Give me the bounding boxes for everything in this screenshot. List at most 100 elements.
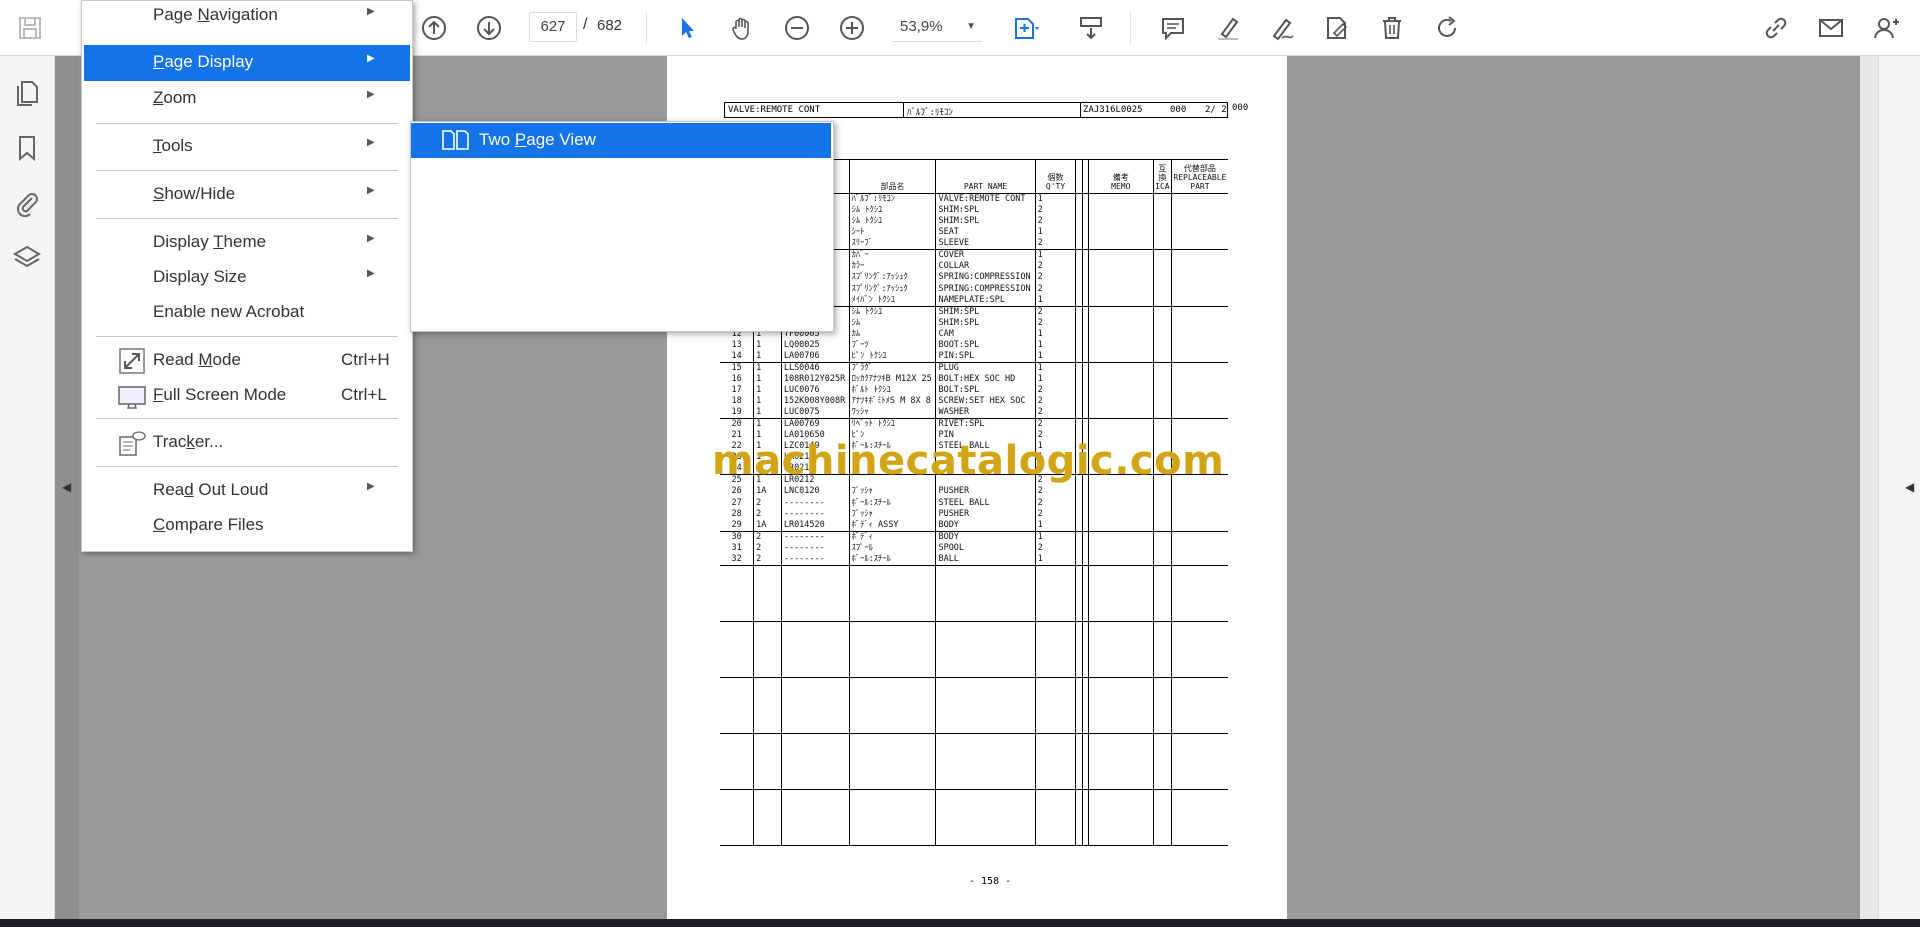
menu-item-enable-new-acrobat[interactable]: Enable new Acrobat [84,295,410,331]
table-cell [1170,238,1228,251]
menu-item-label: Tracker... [153,432,224,451]
table-cell: 2 [1034,407,1076,420]
left-panel-collapse[interactable]: ◀ [55,56,79,919]
menu-item-page-navigation[interactable]: Page Navigation ▶ [84,0,410,34]
page-number-input[interactable]: 627 [529,12,577,42]
select-tool-icon[interactable] [667,8,707,48]
table-cell: 2 [1034,317,1076,329]
table-cell [1170,531,1228,543]
bookmarks-icon[interactable] [12,133,42,163]
table-row-empty [720,677,1228,734]
table-cell: SPOOL [935,542,1036,554]
table-cell [1170,272,1228,284]
draw-icon[interactable] [1262,8,1302,48]
table-cell: 13 [731,339,742,350]
table-cell: 18 [731,396,742,407]
scroll-mode-icon[interactable] [1071,8,1111,48]
table-cell: CAM [935,328,1036,340]
zoom-in-icon[interactable] [832,8,872,48]
delete-icon[interactable] [1372,8,1412,48]
menu-item-zoom[interactable]: Zoom ▶ [84,81,410,117]
column-header-jp: 部品名 [880,182,905,191]
table-cell: PUSHER [935,486,1036,498]
menu-item-read-mode[interactable]: Read Mode Ctrl+H [84,343,410,379]
table-cell [935,677,1036,734]
table-cell [1087,328,1154,340]
vertical-scrollbar[interactable] [1860,56,1878,919]
menu-item-compare-files[interactable]: Compare Files [84,508,410,544]
hand-tool-icon[interactable] [722,8,762,48]
next-page-icon[interactable] [469,8,509,48]
chevron-right-icon: ▶ [367,6,375,17]
save-icon[interactable] [10,8,50,48]
table-cell [848,789,936,846]
table-cell [1170,306,1228,318]
rotate-icon[interactable] [1427,8,1467,48]
table-cell [1087,272,1154,284]
layers-icon[interactable] [12,243,42,273]
zoom-out-icon[interactable] [777,8,817,48]
table-row-empty [720,789,1228,846]
table-cell: 2 [753,542,782,554]
table-cell: 2 [1034,396,1076,408]
menu-item-tools[interactable]: Tools ▶ [84,129,410,165]
menu-item-display-size[interactable]: Display Size ▶ [84,260,410,296]
table-row-empty [720,565,1228,622]
table-cell [1087,227,1154,239]
previous-page-icon[interactable] [414,8,454,48]
page-thumbnails-icon[interactable] [12,78,42,108]
table-cell: SHIM:SPL [935,317,1036,329]
menu-item-label: Full Screen Mode [153,385,287,404]
chevron-right-icon: ▶ [367,268,375,279]
menu-item-label: Show/Hide [153,184,236,203]
table-cell [848,733,936,790]
zoom-level-select[interactable]: 53,9% ▼ [892,12,982,42]
table-cell [1170,542,1228,554]
table-cell [1152,733,1172,790]
table-cell: 2 [1034,272,1076,284]
table-cell: 1 [753,384,782,397]
table-cell [1170,497,1228,509]
page-fit-icon[interactable] [1005,8,1045,48]
menu-item-two-page-view[interactable]: Two Page View [411,123,831,158]
menu-item-full-screen-mode[interactable]: Full Screen Mode Ctrl+L [84,378,410,414]
menu-item-page-display[interactable]: Page Display ▶ [84,45,410,81]
table-cell [1087,486,1154,498]
highlight-icon[interactable] [1208,8,1248,48]
table-cell: 1 [1034,362,1076,374]
attachments-icon[interactable] [12,188,42,218]
menu-item-tracker[interactable]: Tracker... [84,425,410,461]
account-icon[interactable] [1866,8,1906,48]
menu-item-show-hide[interactable]: Show/Hide ▶ [84,177,410,213]
table-cell: 1 [1034,339,1076,351]
table-cell: 2 [753,531,782,543]
table-cell: 26 [731,486,742,497]
table-cell [1152,328,1172,340]
table-cell [1152,486,1172,498]
table-cell [1170,216,1228,228]
table-cell [1152,789,1172,846]
table-cell: 1 [1034,531,1076,543]
table-cell [1170,362,1228,374]
email-icon[interactable] [1811,8,1851,48]
comment-icon[interactable] [1153,8,1193,48]
table-cell: ｼﾑ ﾄｸｼﾕ [848,216,936,228]
table-cell [1152,621,1172,678]
menu-item-label: Two Page View [479,130,596,149]
share-link-icon[interactable] [1756,8,1796,48]
table-cell: ｼｰﾄ [848,227,936,239]
table-cell [935,789,1036,846]
table-cell [1087,384,1154,397]
menu-item-read-out-loud[interactable]: Read Out Loud ▶ [84,473,410,509]
table-cell [1152,497,1172,509]
table-cell: 20 [731,419,742,430]
edit-pdf-icon[interactable] [1317,8,1357,48]
table-cell [1087,283,1154,295]
right-panel-rail[interactable]: ◀ [1878,56,1920,919]
table-cell [1087,339,1154,351]
table-cell [753,789,782,846]
table-row: 29 1A LR014520 ﾎﾞﾃﾞｨ ASSY BODY 1 [720,519,1228,532]
menu-item-display-theme[interactable]: Display Theme ▶ [84,225,410,261]
table-cell: COVER [935,249,1036,262]
table-cell: 17 [731,384,742,395]
